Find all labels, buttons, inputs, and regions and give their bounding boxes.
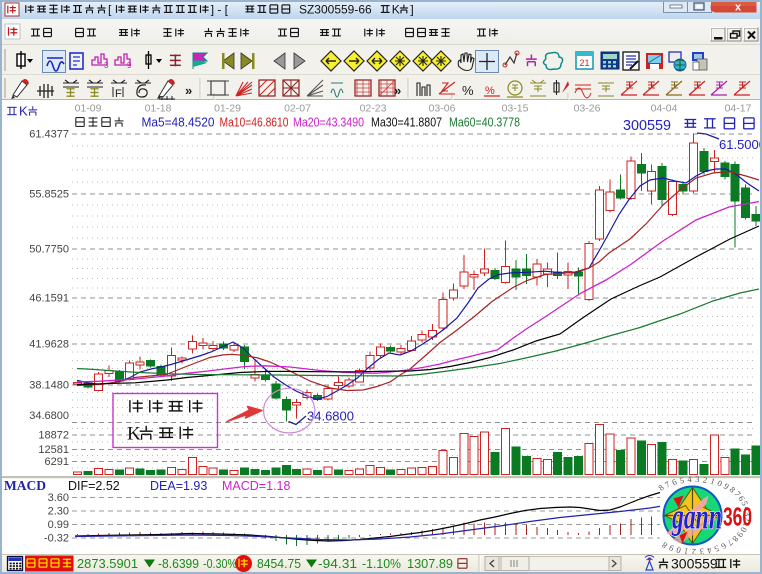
svg-text:0.99: 0.99 [48,519,69,531]
svg-text:DEA=1.93: DEA=1.93 [150,479,207,493]
svg-text:50.7750: 50.7750 [29,244,69,256]
svg-text:34.6800: 34.6800 [29,410,69,422]
svg-text:3.60: 3.60 [48,492,69,504]
svg-text:1307.89: 1307.89 [407,556,453,571]
svg-text:K: K [19,104,28,119]
svg-text:Ma10=46.8610: Ma10=46.8610 [220,116,289,130]
svg-text:300559: 300559 [623,118,671,134]
svg-text:04-04: 04-04 [651,103,678,115]
svg-text:38.1480: 38.1480 [29,380,69,392]
svg-text:Ma60=40.3778: Ma60=40.3778 [449,116,520,130]
svg-text:01-09: 01-09 [75,103,102,115]
svg-text:46.1591: 46.1591 [29,293,69,305]
svg-text:MACD: MACD [4,478,46,493]
svg-text:02-23: 02-23 [360,103,387,115]
svg-text:-94.31: -94.31 [318,556,357,571]
svg-text:01-29: 01-29 [214,103,241,115]
svg-text:01-18: 01-18 [145,103,172,115]
svg-text:03-15: 03-15 [502,103,529,115]
svg-text:18872: 18872 [38,430,69,442]
svg-text:300559: 300559 [671,556,718,572]
svg-text:12581: 12581 [38,444,69,456]
svg-text:8454.75: 8454.75 [257,556,301,571]
svg-text:02-07: 02-07 [284,103,311,115]
svg-text:03-26: 03-26 [574,103,601,115]
svg-text:-0.30%: -0.30% [203,556,237,571]
svg-text:2.30: 2.30 [48,506,69,518]
svg-text:03-06: 03-06 [429,103,456,115]
svg-text:-1.10%: -1.10% [362,556,401,571]
svg-text:04-17: 04-17 [725,103,752,115]
svg-text:Ma30=41.8807: Ma30=41.8807 [371,116,442,130]
svg-text:6291: 6291 [45,456,69,468]
svg-text:MACD=1.18: MACD=1.18 [222,479,290,493]
svg-text:DIF=2.52: DIF=2.52 [68,479,120,493]
svg-text:Ma20=43.3490: Ma20=43.3490 [293,116,364,130]
svg-text:55.8525: 55.8525 [29,189,69,201]
svg-text:2873.5901: 2873.5901 [77,556,138,571]
svg-text:-0.32: -0.32 [44,533,69,545]
svg-text:41.9628: 41.9628 [29,339,69,351]
svg-text:61.4377: 61.4377 [29,129,69,141]
svg-text:Ma5=48.4520: Ma5=48.4520 [142,116,215,130]
svg-text:-8.6399: -8.6399 [158,556,199,571]
